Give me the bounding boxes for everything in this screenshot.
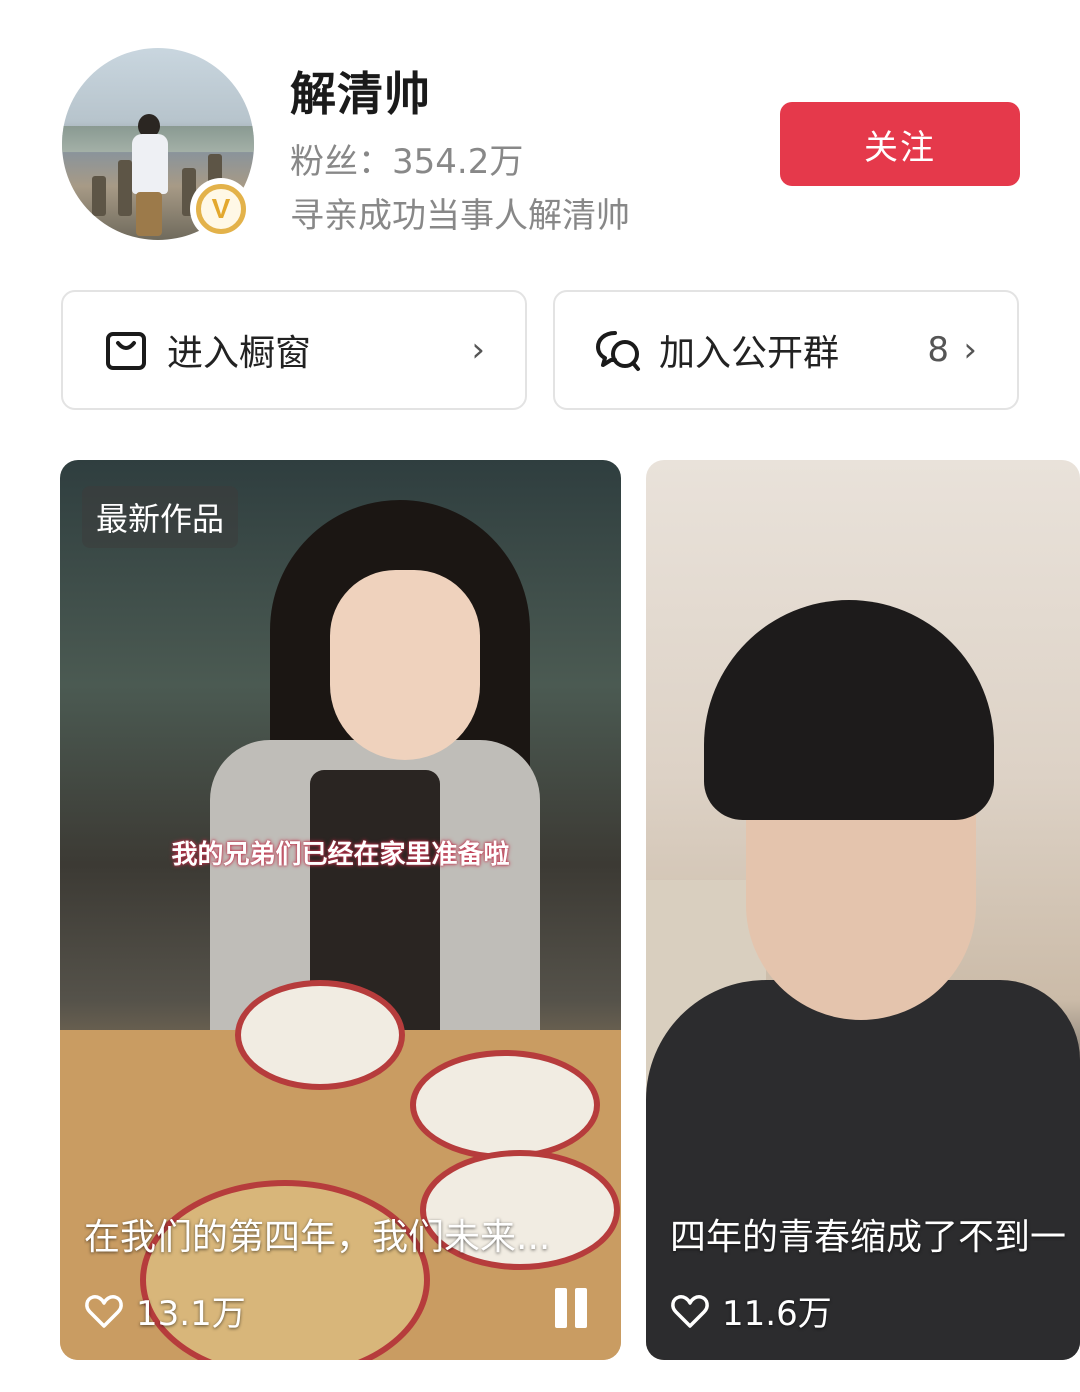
video-title: 在我们的第四年，我们未来... [84,1217,551,1258]
video-subtitle: 我的兄弟们已经在家里准备啦 [171,840,510,870]
shop-label: 进入橱窗 [167,333,312,374]
heart-icon [671,1294,709,1328]
enter-shop-button[interactable]: 进入橱窗 › [61,290,527,410]
follow-button[interactable]: 关注 [780,102,1020,186]
profile-bio: 寻亲成功当事人解清帅 [290,196,630,236]
heart-icon [85,1294,123,1328]
chevron-right-icon: › [471,330,485,370]
join-group-button[interactable]: 加入公开群 8 › [553,290,1019,410]
chat-bubbles-icon [596,331,640,371]
group-label: 加入公开群 [659,333,840,374]
video-card[interactable]: 最新作品 我的兄弟们已经在家里准备啦 在我们的第四年，我们未来... 13.1万 [60,460,621,1360]
pause-icon[interactable] [551,1288,591,1328]
group-count: 8 [927,330,949,370]
like-count: 13.1万 [84,1286,246,1335]
fans-count: 粉丝：354.2万 [290,142,524,182]
latest-work-badge: 最新作品 [82,486,239,548]
chevron-right-icon: › [963,330,977,370]
video-card[interactable]: 四年的青春缩成了不到一 11.6万 [646,460,1080,1360]
video-title: 四年的青春缩成了不到一 [670,1217,1067,1258]
profile-name: 解清帅 [290,67,431,121]
bag-icon [106,332,146,370]
verified-badge-icon: V [190,178,252,240]
like-count: 11.6万 [670,1286,832,1335]
